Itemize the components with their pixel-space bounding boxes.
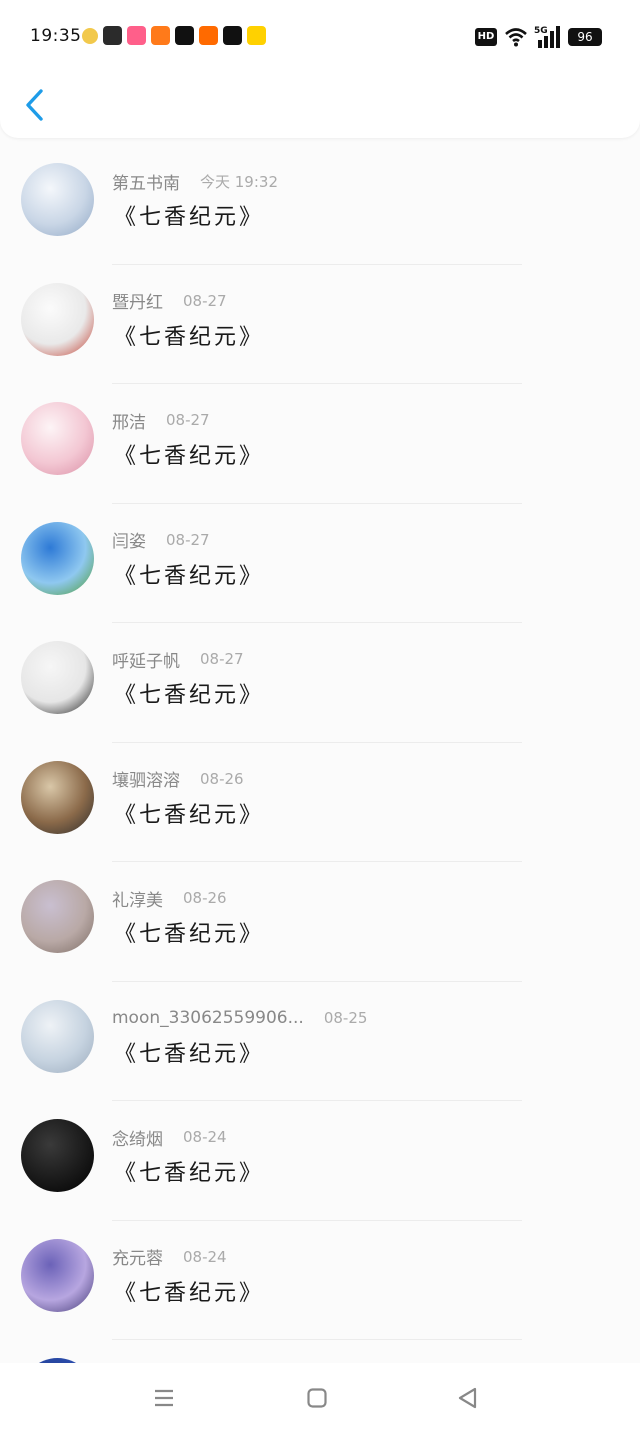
app-icon-pink	[127, 26, 146, 45]
wifi-icon	[505, 28, 527, 47]
timestamp: 08-25	[323, 1008, 368, 1027]
item-meta: moon_33062559906... 08-25	[112, 1006, 367, 1030]
username[interactable]: 呼延子帆	[112, 647, 180, 672]
item-meta: 念绮烟 08-24	[112, 1125, 227, 1150]
system-navigation-bar	[0, 1363, 640, 1431]
username[interactable]: 邢洁	[112, 408, 146, 433]
chevron-left-icon	[26, 89, 43, 121]
list-item[interactable]: 壤驷溶溶 08-26 《七香纪元》	[0, 743, 640, 862]
timestamp: 08-27	[183, 291, 227, 310]
list-item[interactable]: 呼延子帆 08-27 《七香纪元》	[0, 623, 640, 743]
book-title: 《七香纪元》	[114, 205, 265, 230]
avatar[interactable]	[21, 163, 94, 236]
back-button[interactable]	[22, 88, 48, 122]
back-triangle-icon[interactable]	[455, 1385, 481, 1411]
book-title: 《七香纪元》	[114, 683, 265, 708]
avatar[interactable]	[21, 880, 94, 953]
book-title: 《七香纪元》	[114, 444, 265, 469]
list-item[interactable]: 暨丹红 08-27 《七香纪元》	[0, 265, 640, 384]
top-bar: 19:35 HD 5G 96	[0, 0, 640, 138]
list-item[interactable]: 念绮烟 08-24 《七香纪元》	[0, 1101, 640, 1221]
avatar[interactable]	[21, 1119, 94, 1192]
username[interactable]: 念绮烟	[112, 1125, 163, 1150]
username[interactable]: moon_33062559906...	[112, 1008, 304, 1028]
timestamp: 08-27	[166, 530, 210, 549]
timestamp: 今天 19:32	[200, 172, 278, 191]
item-meta: 第五书南 今天 19:32	[112, 169, 278, 194]
username[interactable]: 充元蓉	[112, 1244, 163, 1269]
kuaishou-icon	[199, 26, 218, 45]
username[interactable]: 壤驷溶溶	[112, 766, 180, 791]
timestamp: 08-26	[183, 889, 227, 907]
list-item[interactable]: 第五书南 今天 19:32 《七香纪元》	[0, 145, 640, 265]
item-meta: 闫姿 08-27	[112, 527, 210, 553]
network-type-label: 5G	[534, 26, 548, 36]
username[interactable]: 暨丹红	[112, 288, 163, 313]
book-title: 《七香纪元》	[114, 563, 265, 589]
book-title: 《七香纪元》	[114, 324, 265, 350]
notification-icons	[82, 26, 266, 45]
timestamp: 08-26	[200, 769, 244, 788]
timestamp: 08-27	[166, 411, 210, 429]
item-meta: 充元蓉 08-24	[112, 1244, 227, 1270]
item-meta: 呼延子帆 08-27	[112, 647, 244, 672]
book-title: 《七香纪元》	[114, 1280, 265, 1306]
status-time: 19:35	[30, 26, 82, 46]
item-meta: 壤驷溶溶 08-26	[112, 766, 244, 792]
book-title: 《七香纪元》	[114, 922, 265, 947]
menu-lines-icon[interactable]	[151, 1385, 177, 1411]
avatar[interactable]	[21, 999, 94, 1073]
list-item[interactable]: 闫姿 08-27 《七香纪元》	[0, 504, 640, 623]
item-meta: 暨丹红 08-27	[112, 288, 227, 314]
item-meta: 邢洁 08-27	[112, 408, 210, 433]
list-item[interactable]: 充元蓉 08-24 《七香纪元》	[0, 1221, 640, 1340]
avatar[interactable]	[21, 521, 94, 595]
avatar[interactable]	[21, 402, 94, 475]
app-icon-orange	[151, 26, 170, 45]
battery-indicator: 96	[568, 28, 602, 46]
avatar[interactable]	[21, 282, 94, 356]
username[interactable]: 闫姿	[112, 527, 146, 552]
avatar[interactable]	[21, 760, 94, 834]
notification-bell-icon	[82, 28, 98, 44]
list-item[interactable]: 邢洁 08-27 《七香纪元》	[0, 384, 640, 504]
book-title: 《七香纪元》	[114, 1041, 265, 1067]
book-title: 《七香纪元》	[114, 802, 265, 828]
avatar[interactable]	[21, 1238, 94, 1312]
hd-badge: HD	[475, 28, 497, 46]
douyin-icon	[175, 26, 194, 45]
username[interactable]: 礼淳美	[112, 886, 163, 911]
cellular-signal-icon: 5G	[534, 26, 560, 48]
book-title: 《七香纪元》	[114, 1161, 265, 1186]
video-app-icon	[223, 26, 242, 45]
comment-list: 第五书南 今天 19:32 《七香纪元》 暨丹红 08-27 《七香纪元》 邢洁 08-27 《…	[0, 145, 640, 1431]
status-bar: 19:35 HD 5G 96	[0, 22, 640, 54]
avatar[interactable]	[21, 641, 94, 714]
home-square-icon[interactable]	[304, 1385, 330, 1411]
item-meta: 礼淳美 08-26	[112, 886, 227, 911]
username[interactable]: 第五书南	[112, 169, 180, 194]
timestamp: 08-24	[183, 1128, 227, 1146]
list-item[interactable]: moon_33062559906... 08-25 《七香纪元》	[0, 982, 640, 1101]
timestamp: 08-27	[200, 650, 244, 668]
timestamp: 08-24	[183, 1247, 227, 1266]
meituan-icon	[247, 26, 266, 45]
wechat-icon	[103, 26, 122, 45]
list-item[interactable]: 礼淳美 08-26 《七香纪元》	[0, 862, 640, 982]
